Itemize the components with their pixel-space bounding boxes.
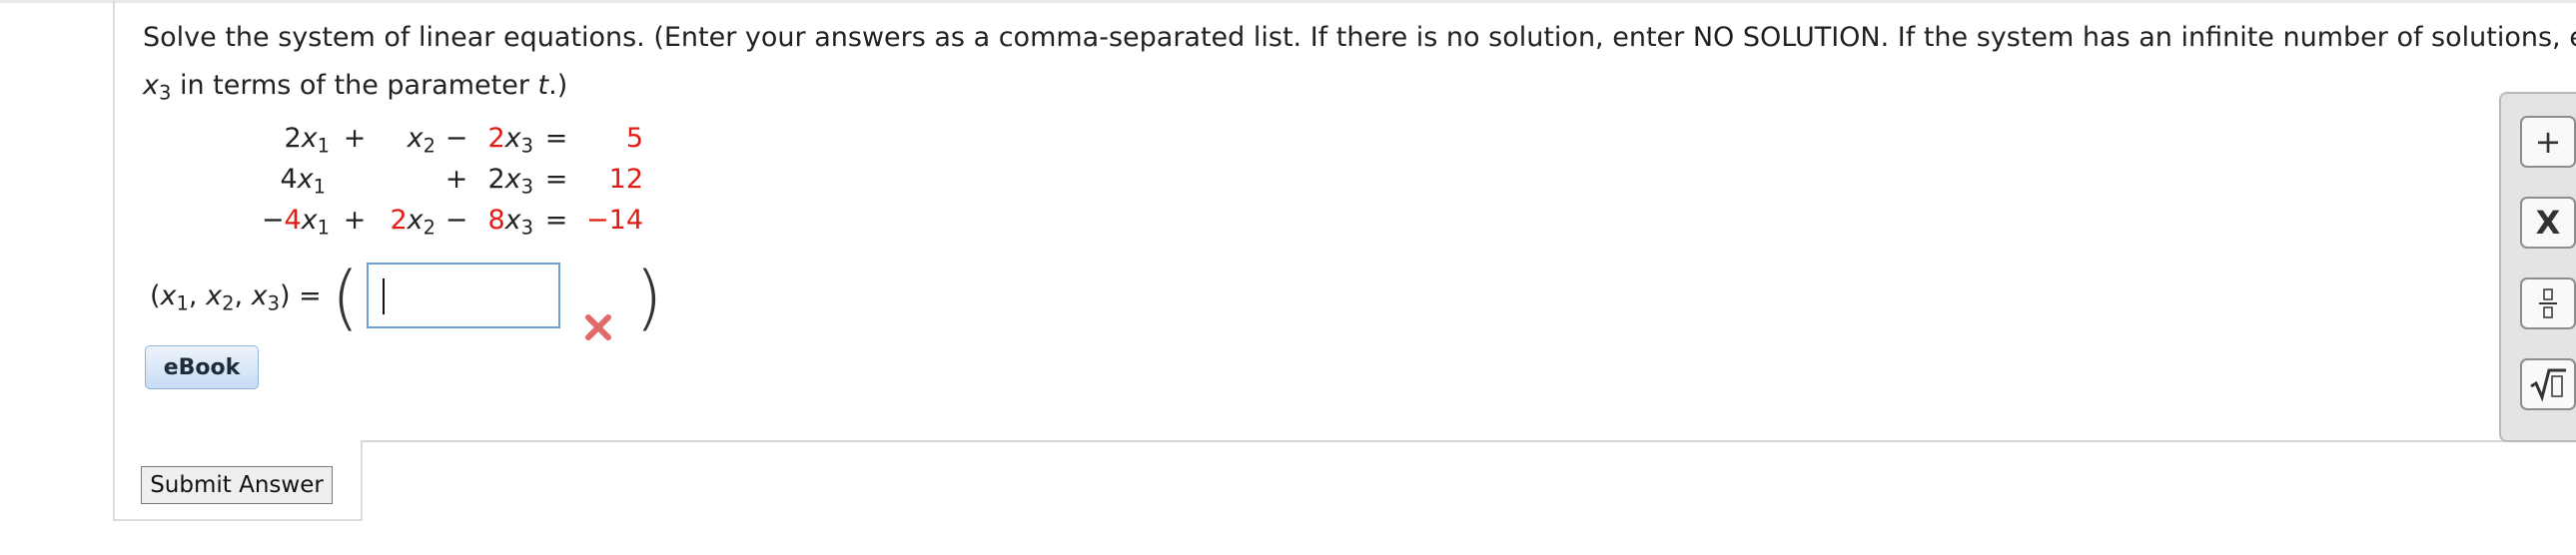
operator — [330, 159, 380, 200]
question-line-2: x3 in terms of the parameter t.) — [143, 70, 568, 105]
term-x1: 4x1 — [280, 164, 326, 199]
equation-row: −4x1 + 2x2 − 8x3 = −14 — [250, 200, 643, 241]
text-caret — [383, 278, 385, 314]
fraction-button[interactable] — [2520, 278, 2576, 329]
operator: − — [444, 205, 468, 236]
times-button[interactable]: X — [2520, 197, 2576, 249]
answer-label: (x1, x2, x3) = — [150, 280, 322, 315]
submit-answer-button[interactable]: Submit Answer — [141, 466, 333, 504]
term-x3: 2x3 — [487, 164, 533, 199]
question-line-1: Solve the system of linear equations. (E… — [143, 22, 2576, 53]
top-divider — [0, 0, 2576, 3]
panel-border-bottom — [113, 519, 363, 521]
equals-sign: = — [544, 205, 568, 236]
sqrt-icon — [2530, 368, 2566, 402]
section-divider — [361, 440, 2576, 442]
term-x1: −4x1 — [261, 205, 330, 240]
term-x3: 8x3 — [487, 205, 533, 240]
panel-border-right — [361, 440, 363, 521]
times-icon: X — [2535, 204, 2561, 242]
rhs-value: 5 — [625, 123, 643, 154]
operator: + — [343, 205, 367, 236]
left-paren: ( — [332, 257, 360, 338]
term-x1: 2x1 — [284, 123, 330, 158]
term-x2 — [380, 159, 435, 200]
rhs-value: 12 — [608, 164, 643, 195]
plus-icon: + — [2534, 123, 2562, 161]
operator: + — [444, 164, 468, 195]
rhs-value: −14 — [586, 205, 643, 236]
term-x3: 2x3 — [487, 123, 533, 158]
equals-sign: = — [544, 123, 568, 154]
term-x2: 2x2 — [390, 205, 435, 240]
operator: − — [444, 123, 468, 154]
term-x2: x2 — [407, 123, 435, 158]
fraction-icon — [2539, 288, 2557, 318]
equation-system: 2x1 + x2 − 2x3 = 5 4x1 + 2x3 = 12 −4x1 +… — [250, 118, 643, 241]
plus-button[interactable]: + — [2520, 116, 2576, 168]
equals-sign: = — [544, 164, 568, 195]
sqrt-button[interactable] — [2520, 358, 2576, 410]
equation-row: 4x1 + 2x3 = 12 — [250, 159, 643, 200]
ebook-button[interactable]: eBook — [145, 345, 259, 389]
equation-row: 2x1 + x2 − 2x3 = 5 — [250, 118, 643, 159]
question-text: Solve the system of linear equations. (E… — [143, 14, 2576, 110]
wrong-x-icon — [583, 312, 613, 346]
math-toolbar: + X — [2499, 92, 2576, 442]
answer-input[interactable] — [367, 263, 560, 328]
operator: + — [343, 123, 367, 154]
right-paren: ) — [635, 257, 663, 338]
panel-border-left — [113, 0, 115, 521]
